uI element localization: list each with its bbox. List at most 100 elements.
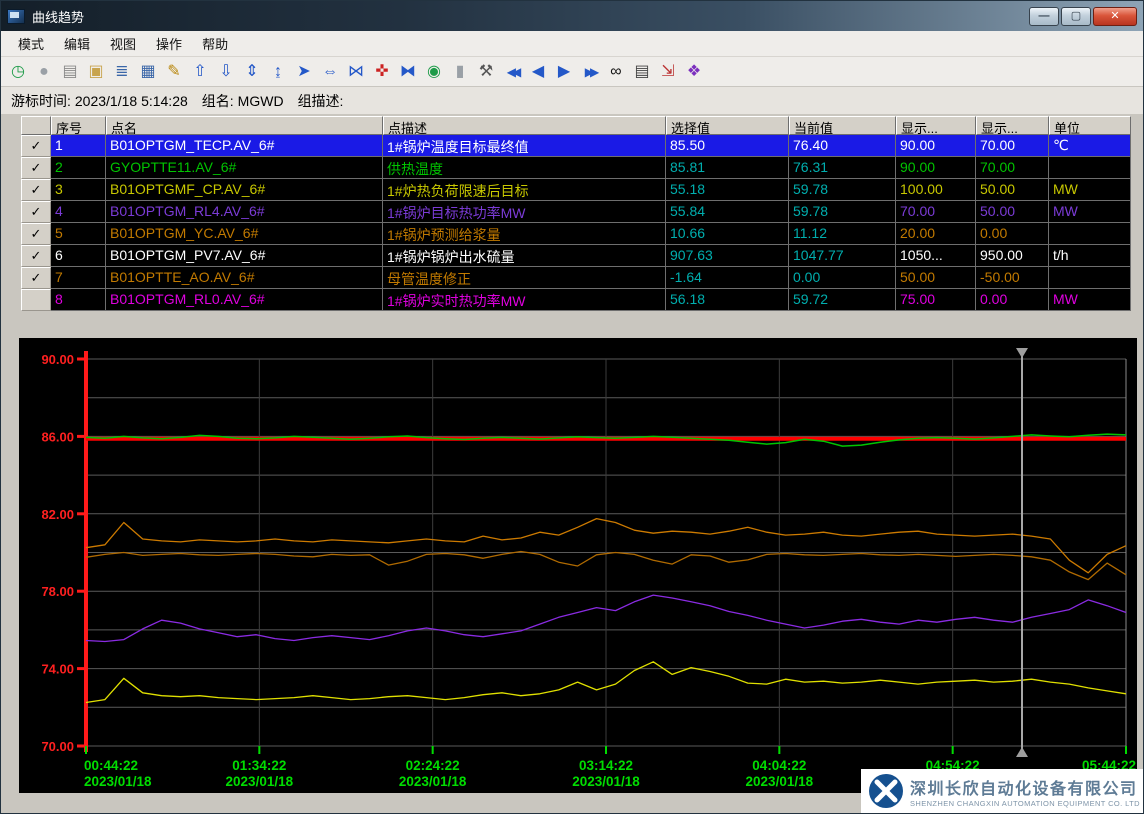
cell-selected-value[interactable]: 55.18: [666, 179, 789, 201]
cell-point-desc[interactable]: 1#锅炉预测给浆量: [383, 223, 666, 245]
cell-current-value[interactable]: 11.12: [789, 223, 896, 245]
find-icon[interactable]: ∞: [603, 60, 629, 84]
cell-display-max[interactable]: 20.00: [896, 223, 976, 245]
cell-seq[interactable]: 7: [51, 267, 106, 289]
cell-point-desc[interactable]: 1#锅炉锅炉出水硫量: [383, 245, 666, 267]
compress-vertical-icon[interactable]: ↨: [265, 60, 291, 84]
cell-point-name[interactable]: B01OPTGM_PV7.AV_6#: [106, 245, 383, 267]
cell-seq[interactable]: 4: [51, 201, 106, 223]
cell-unit[interactable]: MW: [1049, 289, 1131, 311]
cell-seq[interactable]: 8: [51, 289, 106, 311]
cell-point-desc[interactable]: 1#锅炉目标热功率MW: [383, 201, 666, 223]
row-checkbox[interactable]: [21, 289, 51, 311]
cell-current-value[interactable]: 59.78: [789, 179, 896, 201]
expand-horizontal-icon[interactable]: ⇔: [317, 60, 343, 84]
cell-display-min[interactable]: 50.00: [976, 179, 1049, 201]
cell-selected-value[interactable]: 85.50: [666, 135, 789, 157]
cell-display-min[interactable]: 50.00: [976, 201, 1049, 223]
edit-pencil-icon[interactable]: ✎: [161, 60, 187, 84]
export-icon[interactable]: ⇲: [655, 60, 681, 84]
cell-seq[interactable]: 2: [51, 157, 106, 179]
plotter-icon[interactable]: ▤: [57, 60, 83, 84]
scale-down-icon[interactable]: ⇩: [213, 60, 239, 84]
row-checkbox[interactable]: ✓: [21, 179, 51, 201]
record-icon[interactable]: ●: [31, 60, 57, 84]
trend-chart[interactable]: 90.0086.0082.0078.0074.0070.0000:44:2220…: [19, 338, 1137, 793]
new-folder-icon[interactable]: ▣: [83, 60, 109, 84]
zoom-icon[interactable]: ◉: [421, 60, 447, 84]
step-forward-icon[interactable]: ▶: [551, 60, 577, 84]
cell-unit[interactable]: [1049, 223, 1131, 245]
step-backward-icon[interactable]: ◀: [525, 60, 551, 84]
center-cursor-icon[interactable]: ⧓: [395, 60, 421, 84]
cell-point-desc[interactable]: 1#锅炉实时热功率MW: [383, 289, 666, 311]
cell-point-name[interactable]: B01OPTGMF_CP.AV_6#: [106, 179, 383, 201]
cell-point-name[interactable]: B01OPTGM_YC.AV_6#: [106, 223, 383, 245]
tools-icon[interactable]: ⚒: [473, 60, 499, 84]
cell-unit[interactable]: [1049, 267, 1131, 289]
menu-view[interactable]: 视图: [101, 31, 145, 56]
cell-selected-value[interactable]: 56.18: [666, 289, 789, 311]
cell-unit[interactable]: t/h: [1049, 245, 1131, 267]
cell-seq[interactable]: 3: [51, 179, 106, 201]
cell-display-max[interactable]: 90.00: [896, 157, 976, 179]
cell-selected-value[interactable]: -1.64: [666, 267, 789, 289]
cell-current-value[interactable]: 59.72: [789, 289, 896, 311]
cell-current-value[interactable]: 76.40: [789, 135, 896, 157]
row-checkbox[interactable]: ✓: [21, 267, 51, 289]
expand-vertical-icon[interactable]: ⇕: [239, 60, 265, 84]
cell-display-max[interactable]: 100.00: [896, 179, 976, 201]
fast-forward-icon[interactable]: ▶▶: [577, 60, 603, 84]
cell-display-max[interactable]: 70.00: [896, 201, 976, 223]
cell-current-value[interactable]: 1047.77: [789, 245, 896, 267]
cell-display-min[interactable]: 0.00: [976, 223, 1049, 245]
cell-unit[interactable]: MW: [1049, 179, 1131, 201]
cursor-pointer-icon[interactable]: ➤: [291, 60, 317, 84]
point-list-icon[interactable]: ≣: [109, 60, 135, 84]
cell-seq[interactable]: 1: [51, 135, 106, 157]
cell-point-name[interactable]: B01OPTGM_RL0.AV_6#: [106, 289, 383, 311]
menu-edit[interactable]: 编辑: [55, 31, 99, 56]
cell-display-min[interactable]: 70.00: [976, 135, 1049, 157]
menu-operate[interactable]: 操作: [147, 31, 191, 56]
scale-up-icon[interactable]: ⇧: [187, 60, 213, 84]
cell-unit[interactable]: MW: [1049, 201, 1131, 223]
cell-point-name[interactable]: B01OPTTE_AO.AV_6#: [106, 267, 383, 289]
cell-point-name[interactable]: B01OPTGM_TECP.AV_6#: [106, 135, 383, 157]
menu-mode[interactable]: 模式: [9, 31, 53, 56]
cell-display-max[interactable]: 1050...: [896, 245, 976, 267]
cell-display-min[interactable]: 950.00: [976, 245, 1049, 267]
cell-seq[interactable]: 5: [51, 223, 106, 245]
cell-display-min[interactable]: 0.00: [976, 289, 1049, 311]
compress-horizontal-icon[interactable]: ⋈: [343, 60, 369, 84]
cell-point-desc[interactable]: 母管温度修正: [383, 267, 666, 289]
cell-point-name[interactable]: B01OPTGM_RL4.AV_6#: [106, 201, 383, 223]
fast-backward-icon[interactable]: ◀◀: [499, 60, 525, 84]
help-book-icon[interactable]: ❖: [681, 60, 707, 84]
cell-selected-value[interactable]: 55.84: [666, 201, 789, 223]
cell-display-min[interactable]: 70.00: [976, 157, 1049, 179]
cell-point-desc[interactable]: 供热温度: [383, 157, 666, 179]
cell-unit[interactable]: ℃: [1049, 135, 1131, 157]
close-button[interactable]: ✕: [1093, 7, 1137, 26]
snapshot-icon[interactable]: ▮: [447, 60, 473, 84]
cursor-bottom-handle[interactable]: [1016, 747, 1028, 757]
row-checkbox[interactable]: ✓: [21, 245, 51, 267]
cell-unit[interactable]: [1049, 157, 1131, 179]
trend-window-icon[interactable]: ▦: [135, 60, 161, 84]
minimize-button[interactable]: —: [1029, 7, 1059, 26]
cell-point-desc[interactable]: 1#锅炉温度目标最终值: [383, 135, 666, 157]
cell-current-value[interactable]: 0.00: [789, 267, 896, 289]
row-checkbox[interactable]: ✓: [21, 223, 51, 245]
pan-crosshair-icon[interactable]: ✜: [369, 60, 395, 84]
row-checkbox[interactable]: ✓: [21, 135, 51, 157]
cell-display-max[interactable]: 50.00: [896, 267, 976, 289]
cell-display-max[interactable]: 90.00: [896, 135, 976, 157]
cell-current-value[interactable]: 76.31: [789, 157, 896, 179]
cell-seq[interactable]: 6: [51, 245, 106, 267]
cell-display-max[interactable]: 75.00: [896, 289, 976, 311]
cell-point-name[interactable]: GYOPTTE11.AV_6#: [106, 157, 383, 179]
row-checkbox[interactable]: ✓: [21, 157, 51, 179]
cell-selected-value[interactable]: 10.66: [666, 223, 789, 245]
row-checkbox[interactable]: ✓: [21, 201, 51, 223]
